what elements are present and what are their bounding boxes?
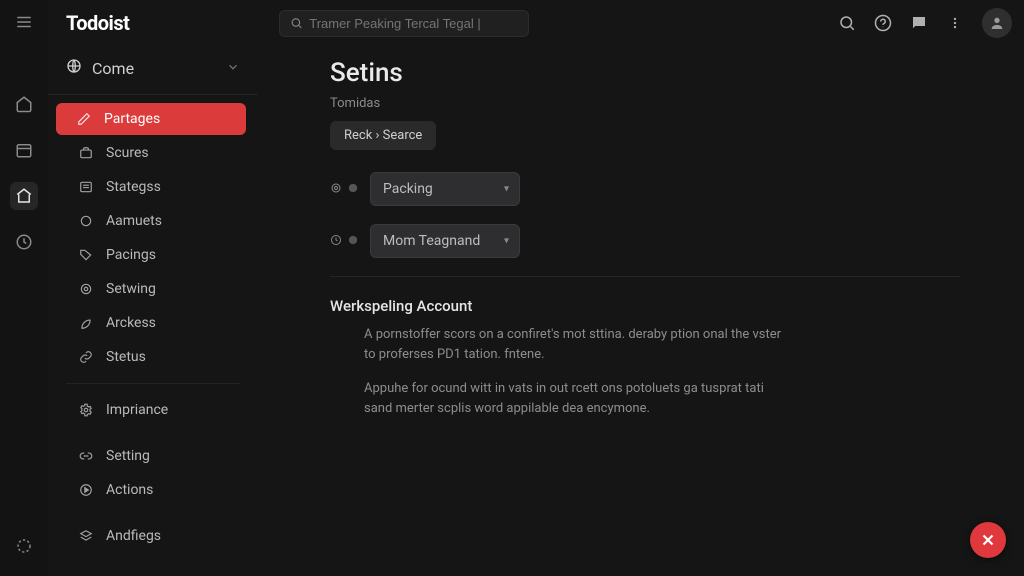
divider	[66, 383, 240, 384]
clock-icon	[330, 234, 342, 249]
help-icon[interactable]	[874, 14, 892, 32]
chevron-down-icon: ▾	[504, 236, 509, 247]
menu-icon[interactable]	[10, 8, 38, 36]
globe-icon	[66, 58, 82, 78]
link2-icon	[78, 448, 94, 464]
header: Todoist	[48, 0, 1024, 46]
gear-icon	[78, 402, 94, 418]
select-value: Packing	[383, 181, 433, 197]
sync-icon[interactable]	[10, 532, 38, 560]
sidebar-item-label: Setwing	[106, 281, 156, 297]
sidebar-item-aamuets[interactable]: Aamuets	[58, 205, 248, 237]
list-icon	[78, 179, 94, 195]
info-icon	[348, 234, 358, 248]
page-title: Setins	[330, 58, 986, 88]
packing-select[interactable]: Packing ▾	[370, 172, 520, 206]
sidebar-item-arckess[interactable]: Arckess	[58, 307, 248, 339]
section-title: Werkspeling Account	[330, 297, 986, 315]
more-icon[interactable]	[946, 14, 964, 32]
sidebar-item-label: Partages	[104, 111, 160, 127]
select-value: Mom Teagnand	[383, 233, 480, 249]
calendar-icon[interactable]	[10, 136, 38, 164]
sidebar-item-label: Arckess	[106, 315, 156, 331]
sidebar-item-label: Actions	[106, 482, 153, 498]
circle-icon	[78, 213, 94, 229]
divider	[48, 94, 258, 95]
pencil-icon	[76, 111, 92, 127]
sidebar-item-stetus[interactable]: Stetus	[58, 341, 248, 373]
sidebar-item-label: Stetus	[106, 349, 146, 365]
sidebar-item-label: Aamuets	[106, 213, 162, 229]
brand-logo: Todoist	[66, 11, 129, 35]
search-icon	[290, 16, 303, 30]
sidebar-item-label: Impriance	[106, 402, 168, 418]
info-icon	[348, 182, 358, 196]
source-button[interactable]: Reck › Searce	[330, 121, 436, 150]
chevron-down-icon: ▾	[504, 184, 509, 195]
sidebar-item-stategss[interactable]: Stategss	[58, 171, 248, 203]
teagnand-select[interactable]: Mom Teagnand ▾	[370, 224, 520, 258]
sidebar-item-setting[interactable]: Setting	[58, 440, 248, 472]
sidebar-item-setwing[interactable]: Setwing	[58, 273, 248, 305]
workspace-switcher[interactable]: Come	[48, 50, 258, 86]
section-desc-2: Appuhe for ocund witt in vats in out rce…	[364, 379, 784, 419]
sidebar: Come Partages Scures Stategss Aamuets Pa…	[48, 0, 258, 576]
chevron-down-icon	[226, 59, 240, 78]
box-icon[interactable]	[10, 182, 38, 210]
briefcase-icon	[78, 145, 94, 161]
form-row-teagnand: Mom Teagnand ▾	[330, 224, 986, 258]
sidebar-item-label: Setting	[106, 448, 150, 464]
section-desc-1: A pornstoffer scors on a confiret's mot …	[364, 325, 784, 365]
sidebar-item-scures[interactable]: Scures	[58, 137, 248, 169]
sidebar-item-andfiegs[interactable]: Andfiegs	[58, 520, 248, 552]
sidebar-item-label: Andfiegs	[106, 528, 161, 544]
sidebar-item-pacings[interactable]: Pacings	[58, 239, 248, 271]
search-input[interactable]	[309, 16, 518, 31]
close-fab[interactable]	[970, 522, 1006, 558]
chat-icon[interactable]	[910, 14, 928, 32]
main-content: Setins Tomidas Reck › Searce Packing ▾ M…	[258, 0, 1024, 576]
play-icon	[78, 482, 94, 498]
workspace-label: Come	[92, 59, 134, 78]
sidebar-item-label: Pacings	[106, 247, 156, 263]
sidebar-item-label: Stategss	[106, 179, 161, 195]
sidebar-item-impriance[interactable]: Impriance	[58, 394, 248, 426]
home-icon[interactable]	[10, 90, 38, 118]
close-icon	[979, 531, 997, 549]
nav-rail	[0, 0, 48, 576]
header-search-icon[interactable]	[838, 14, 856, 32]
sidebar-item-partages[interactable]: Partages	[56, 103, 246, 135]
link-icon	[78, 349, 94, 365]
form-row-packing: Packing ▾	[330, 172, 986, 206]
ring-icon	[78, 281, 94, 297]
leaf-icon	[78, 315, 94, 331]
tag-icon	[78, 247, 94, 263]
sidebar-item-label: Scures	[106, 145, 149, 161]
divider	[330, 276, 960, 277]
search-box[interactable]	[279, 10, 529, 37]
target-icon	[330, 182, 342, 197]
sidebar-item-actions[interactable]: Actions	[58, 474, 248, 506]
subtitle: Tomidas	[330, 96, 986, 111]
stack-icon	[78, 528, 94, 544]
clock-icon[interactable]	[10, 228, 38, 256]
avatar[interactable]	[982, 8, 1012, 38]
